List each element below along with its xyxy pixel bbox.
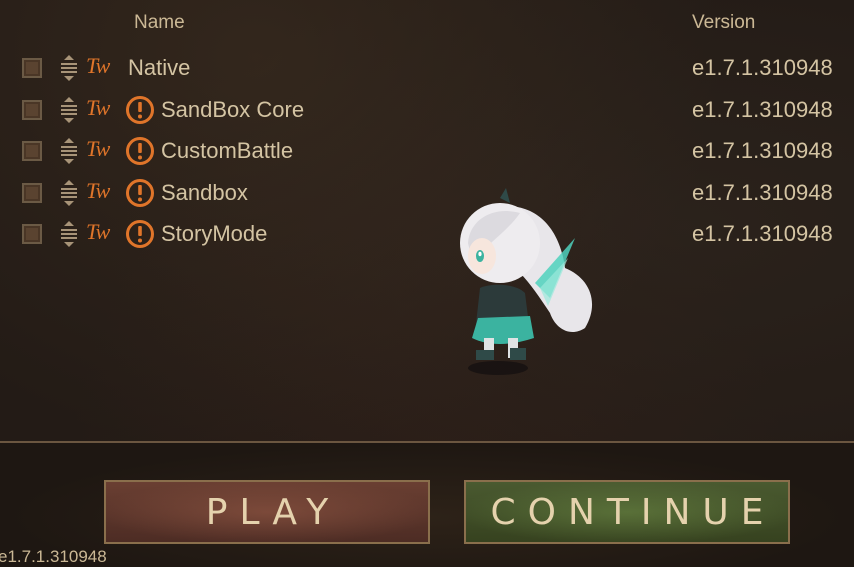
mod-checkbox[interactable] (22, 99, 42, 120)
drag-handle-icon[interactable] (60, 54, 78, 82)
continue-button[interactable]: CONTINUE (464, 480, 790, 544)
play-button[interactable]: PLAY (104, 480, 430, 544)
warning-icon[interactable] (125, 136, 155, 166)
continue-button-label: CONTINUE (490, 491, 776, 533)
play-button-label: PLAY (205, 491, 341, 533)
mod-version: e1.7.1.310948 (692, 96, 833, 122)
mod-row-custombattle[interactable]: Tw CustomBattle e1.7.1.310948 (0, 133, 854, 175)
mod-version: e1.7.1.310948 (692, 221, 833, 246)
warning-icon[interactable] (125, 178, 155, 208)
tw-logo-icon: Tw (86, 136, 110, 161)
drag-handle-icon[interactable] (60, 220, 78, 248)
mod-row-sandbox[interactable]: Tw Sandbox e1.7.1.310948 (0, 175, 854, 217)
drag-handle-icon[interactable] (60, 137, 78, 165)
mod-name: StoryMode (161, 221, 268, 246)
tw-logo-icon: Tw (86, 94, 110, 120)
tw-logo-icon: Tw (86, 177, 110, 203)
column-header-name: Name (134, 12, 185, 33)
mod-checkbox[interactable] (22, 58, 42, 78)
game-version-label: e1.7.1.310948 (0, 547, 107, 566)
mod-version: e1.7.1.310948 (692, 179, 833, 205)
drag-handle-icon[interactable] (60, 179, 78, 207)
mod-name: Native (128, 55, 191, 80)
mod-name: SandBox Core (161, 96, 305, 122)
column-header-version: Version (692, 12, 756, 33)
warning-icon[interactable] (125, 95, 155, 125)
chibi-character-image (460, 188, 593, 375)
tw-logo-icon: Tw (86, 53, 110, 78)
mod-list: Tw Native e1.7.1.310948 Tw SandBox Core … (0, 50, 854, 258)
tw-logo-icon: Tw (86, 219, 110, 244)
mod-version: e1.7.1.310948 (692, 138, 833, 163)
mod-name: Sandbox (161, 179, 248, 205)
mod-version: e1.7.1.310948 (692, 55, 833, 80)
mod-checkbox[interactable] (22, 141, 42, 161)
mod-name: CustomBattle (161, 138, 294, 163)
mod-row-sandbox-core[interactable]: Tw SandBox Core e1.7.1.310948 (0, 92, 854, 134)
mod-row-storymode[interactable]: Tw StoryMode e1.7.1.310948 (0, 216, 854, 258)
mod-row-native[interactable]: Tw Native e1.7.1.310948 (0, 50, 854, 92)
mod-checkbox[interactable] (22, 224, 42, 244)
warning-icon[interactable] (125, 219, 155, 249)
mod-checkbox[interactable] (22, 182, 42, 203)
drag-handle-icon[interactable] (60, 96, 78, 124)
